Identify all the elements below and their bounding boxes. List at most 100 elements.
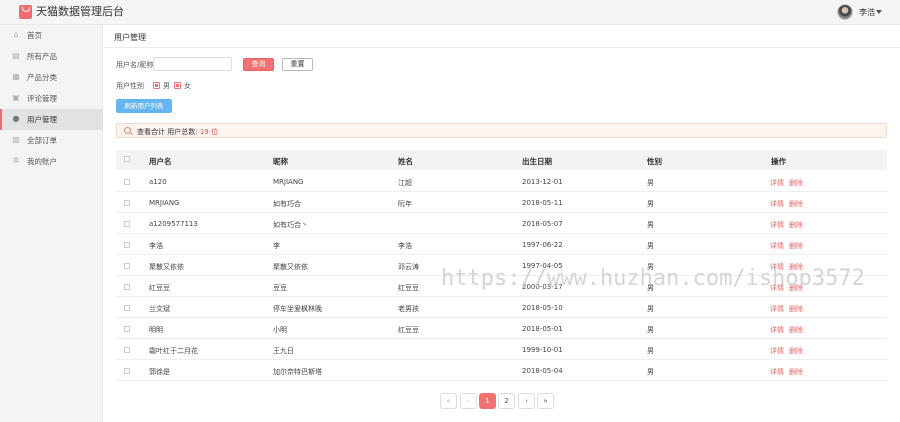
detail-link[interactable]: 详情	[770, 283, 784, 293]
next-page-button[interactable]: ›	[518, 393, 535, 409]
summary-suffix: 位	[210, 128, 218, 136]
cell-username: 兰文斌	[149, 305, 170, 313]
sidebar-item-label: 我的账户	[27, 157, 57, 166]
delete-link[interactable]: 删除	[789, 304, 803, 314]
page-title: 用户管理	[114, 33, 146, 42]
sidebar-item-users[interactable]: ● 用户管理	[0, 109, 103, 130]
delete-link[interactable]: 删除	[789, 283, 803, 293]
last-page-button[interactable]: »	[537, 393, 554, 409]
search-label: 用户名/昵称:	[116, 61, 156, 69]
delete-link[interactable]: 删除	[789, 199, 803, 209]
detail-link[interactable]: 详情	[770, 199, 784, 209]
cell-nickname: 加尔奈特巴斯塔	[273, 368, 322, 376]
gender-female-checkbox[interactable]	[174, 82, 181, 89]
summary-bar: 查看合计 用户总数: 19 位	[116, 123, 887, 138]
gender-female-label: 女	[184, 82, 191, 90]
detail-link[interactable]: 详情	[770, 346, 784, 356]
delete-link[interactable]: 删除	[789, 262, 803, 272]
cell-realname: 红豆豆	[398, 326, 419, 334]
gender-male-label: 男	[163, 82, 170, 90]
row-checkbox[interactable]	[124, 305, 130, 311]
refresh-list-button[interactable]: 刷新用户列表	[116, 99, 172, 113]
detail-link[interactable]: 详情	[770, 325, 784, 335]
col-nickname: 昵称	[273, 157, 288, 166]
cell-gender: 男	[647, 263, 654, 271]
cell-realname: 红豆豆	[398, 284, 419, 292]
cell-nickname: 停车坐爱枫林晚	[273, 305, 322, 313]
cell-birthday: 1997-06-22	[522, 241, 563, 249]
gender-male-checkbox[interactable]	[153, 82, 160, 89]
gender-label: 用户性别	[116, 82, 144, 90]
sidebar-item-products[interactable]: ▤ 所有产品	[0, 46, 103, 67]
delete-link[interactable]: 删除	[789, 241, 803, 251]
cell-birthday: 2013-12-01	[522, 178, 563, 186]
delete-link[interactable]: 删除	[789, 178, 803, 188]
sidebar-item-label: 评论管理	[27, 94, 57, 103]
cell-gender: 男	[647, 242, 654, 250]
sidebar-item-label: 产品分类	[27, 73, 57, 82]
detail-link[interactable]: 详情	[770, 241, 784, 251]
query-button[interactable]: 查询	[243, 58, 274, 71]
detail-link[interactable]: 详情	[770, 220, 784, 230]
row-checkbox[interactable]	[124, 221, 130, 227]
select-all-checkbox[interactable]	[124, 156, 130, 162]
cell-nickname: 如有巧合	[273, 200, 301, 208]
cell-nickname: 李	[273, 242, 280, 250]
col-gender: 性别	[647, 157, 662, 166]
sidebar-item-home[interactable]: ⌂ 首页	[0, 25, 103, 46]
col-realname: 姓名	[398, 157, 413, 166]
prev-page-button[interactable]: ‹	[460, 393, 477, 409]
first-page-button[interactable]: «	[440, 393, 457, 409]
search-icon	[124, 127, 131, 134]
sidebar: ⌂ 首页 ▤ 所有产品 ▦ 产品分类 ▣ 评论管理 ● 用户管理 ▥ 全部订单 …	[0, 25, 103, 422]
divider	[104, 47, 900, 48]
delete-link[interactable]: 删除	[789, 325, 803, 335]
cell-username: MRJIANG	[149, 199, 180, 207]
app-title: 天猫数据管理后台	[36, 5, 124, 18]
page-2-button[interactable]: 2	[498, 393, 515, 409]
cell-nickname: 小明	[273, 326, 287, 334]
sidebar-item-categories[interactable]: ▦ 产品分类	[0, 67, 103, 88]
cell-gender: 男	[647, 284, 654, 292]
col-username: 用户名	[149, 157, 172, 166]
search-input[interactable]	[153, 57, 232, 71]
cell-nickname: MRJIANG	[273, 178, 304, 186]
order-icon: ▥	[12, 135, 20, 144]
avatar[interactable]	[837, 4, 853, 20]
delete-link[interactable]: 删除	[789, 220, 803, 230]
username[interactable]: 李浩	[859, 7, 875, 18]
row-checkbox[interactable]	[124, 326, 130, 332]
cell-birthday: 2018-05-10	[522, 304, 563, 312]
sidebar-item-account[interactable]: ✲ 我的账户	[0, 151, 103, 172]
chevron-down-icon[interactable]	[876, 10, 882, 14]
row-checkbox[interactable]	[124, 200, 130, 206]
row-checkbox[interactable]	[124, 263, 130, 269]
user-icon: ●	[12, 114, 20, 123]
sidebar-item-label: 首页	[27, 31, 42, 40]
sidebar-item-orders[interactable]: ▥ 全部订单	[0, 130, 103, 151]
comment-icon: ▣	[12, 93, 20, 102]
detail-link[interactable]: 详情	[770, 262, 784, 272]
delete-link[interactable]: 删除	[789, 346, 803, 356]
page-1-button[interactable]: 1	[479, 393, 496, 409]
row-checkbox[interactable]	[124, 242, 130, 248]
detail-link[interactable]: 详情	[770, 367, 784, 377]
row-checkbox[interactable]	[124, 284, 130, 290]
row-checkbox[interactable]	[124, 347, 130, 353]
cell-username: 李浩	[149, 242, 163, 250]
row-checkbox[interactable]	[124, 368, 130, 374]
row-checkbox[interactable]	[124, 179, 130, 185]
cell-realname: 阮年	[398, 200, 412, 208]
sidebar-item-comments[interactable]: ▣ 评论管理	[0, 88, 103, 109]
cell-birthday: 2000-03-17	[522, 283, 563, 291]
user-count: 19	[199, 128, 209, 136]
detail-link[interactable]: 详情	[770, 178, 784, 188]
cell-nickname: 王九日	[273, 347, 294, 355]
detail-link[interactable]: 详情	[770, 304, 784, 314]
cell-gender: 男	[647, 221, 654, 229]
top-bar: 天猫数据管理后台 李浩	[0, 0, 900, 25]
reset-button[interactable]: 重置	[282, 58, 313, 71]
cell-username: 郭徐是	[149, 368, 170, 376]
cell-birthday: 1997-04-05	[522, 262, 563, 270]
delete-link[interactable]: 删除	[789, 367, 803, 377]
